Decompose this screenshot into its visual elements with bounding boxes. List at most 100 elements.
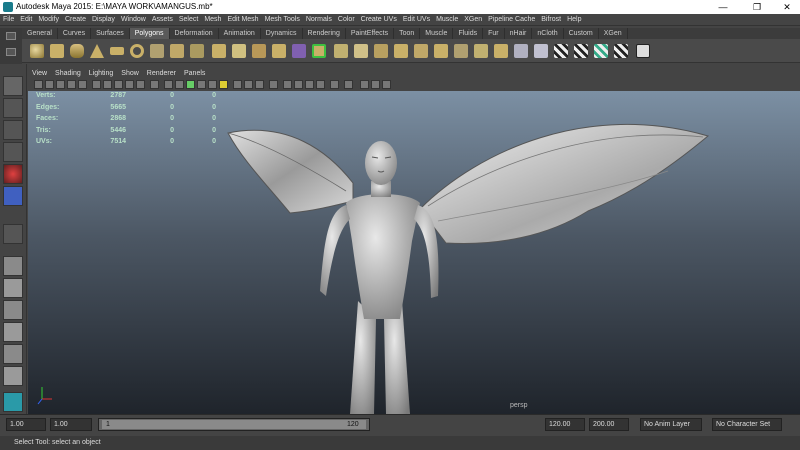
viewport-menu-show[interactable]: Show — [117, 68, 143, 79]
persp-hypershade-layout-icon[interactable] — [3, 344, 23, 364]
wireframe-on-shaded-icon[interactable] — [186, 80, 195, 89]
menu-assets[interactable]: Assets — [149, 14, 176, 26]
poly-torus-icon[interactable] — [130, 44, 144, 58]
move-tool-icon[interactable] — [3, 142, 23, 162]
close-button[interactable]: ✕ — [776, 0, 798, 14]
append-polygon-icon[interactable] — [354, 44, 368, 58]
poly-pyramid-icon[interactable] — [170, 44, 184, 58]
tab-xgen[interactable]: XGen — [599, 28, 628, 39]
menu-pipeline-cache[interactable]: Pipeline Cache — [485, 14, 538, 26]
poly-cube-icon[interactable] — [50, 44, 64, 58]
smooth-shade-icon[interactable] — [175, 80, 184, 89]
use-all-lights-icon[interactable] — [208, 80, 217, 89]
xray-active-icon[interactable] — [255, 80, 264, 89]
offset-edge-loop-icon[interactable] — [414, 44, 428, 58]
menu-muscle[interactable]: Muscle — [433, 14, 461, 26]
outliner-layout-icon[interactable] — [3, 392, 23, 412]
end-time-field[interactable]: 200.00 — [589, 418, 629, 431]
tab-animation[interactable]: Animation — [219, 28, 261, 39]
anti-aliasing-icon[interactable] — [316, 80, 325, 89]
merge-icon[interactable] — [434, 44, 448, 58]
isolate-select-icon[interactable] — [269, 80, 278, 89]
poly-plane-icon[interactable] — [110, 47, 124, 55]
poly-cylinder-icon[interactable] — [70, 44, 84, 58]
camera-icon[interactable] — [344, 80, 353, 89]
menu-normals[interactable]: Normals — [303, 14, 335, 26]
lasso-tool-icon[interactable] — [3, 98, 23, 118]
ambient-occlusion-icon[interactable] — [294, 80, 303, 89]
cylindrical-mapping-icon[interactable] — [534, 44, 548, 58]
insert-edge-loop-icon[interactable] — [394, 44, 408, 58]
panel-layout-icon[interactable] — [360, 80, 369, 89]
character-set-dropdown[interactable]: No Character Set — [712, 418, 782, 431]
tab-dynamics[interactable]: Dynamics — [261, 28, 303, 39]
tab-nhair[interactable]: nHair — [505, 28, 533, 39]
boolean-icon[interactable] — [292, 44, 306, 58]
viewport-menu-view[interactable]: View — [28, 68, 51, 79]
tab-fluids[interactable]: Fluids — [453, 28, 484, 39]
menu-window[interactable]: Window — [118, 14, 149, 26]
ui-elements-icon[interactable] — [371, 80, 380, 89]
menu-bifrost[interactable]: Bifrost — [538, 14, 564, 26]
bookmarks-icon[interactable] — [56, 80, 65, 89]
bridge-icon[interactable] — [334, 44, 348, 58]
menu-color[interactable]: Color — [335, 14, 358, 26]
depth-of-field-icon[interactable] — [330, 80, 339, 89]
resolution-gate-icon[interactable] — [103, 80, 112, 89]
menu-select[interactable]: Select — [176, 14, 201, 26]
extract-icon[interactable] — [252, 44, 266, 58]
planar-mapping-icon[interactable] — [514, 44, 528, 58]
menu-mesh[interactable]: Mesh — [201, 14, 224, 26]
menu-modify[interactable]: Modify — [35, 14, 62, 26]
playback-start-field[interactable]: 1.00 — [50, 418, 92, 431]
target-weld-icon[interactable] — [474, 44, 488, 58]
paint-select-tool-icon[interactable] — [3, 120, 23, 140]
viewport-menu-shading[interactable]: Shading — [51, 68, 85, 79]
smooth-icon[interactable] — [272, 44, 286, 58]
bevel-icon[interactable] — [454, 44, 468, 58]
tab-muscle[interactable]: Muscle — [420, 28, 454, 39]
persp-graph-layout-icon[interactable] — [3, 322, 23, 342]
uv-editor-icon[interactable] — [636, 44, 650, 58]
uv-checker-icon[interactable] — [554, 44, 568, 58]
menu-create[interactable]: Create — [62, 14, 89, 26]
tab-deformation[interactable]: Deformation — [170, 28, 219, 39]
motion-blur-icon[interactable] — [305, 80, 314, 89]
viewport-menu-lighting[interactable]: Lighting — [85, 68, 118, 79]
safe-title-icon[interactable] — [150, 80, 159, 89]
four-view-layout-icon[interactable] — [3, 278, 23, 298]
camera-attributes-icon[interactable] — [45, 80, 54, 89]
tab-rendering[interactable]: Rendering — [303, 28, 346, 39]
viewport-menu-panels[interactable]: Panels — [180, 68, 209, 79]
extrude-icon[interactable] — [312, 44, 326, 58]
rotate-tool-icon[interactable] — [3, 164, 23, 184]
shelf-tab-menu-icon[interactable] — [6, 32, 16, 40]
shelf-editor-icon[interactable] — [6, 48, 16, 56]
tab-custom[interactable]: Custom — [564, 28, 599, 39]
film-gate-icon[interactable] — [92, 80, 101, 89]
textured-icon[interactable] — [197, 80, 206, 89]
menu-edit-uvs[interactable]: Edit UVs — [400, 14, 433, 26]
menu-edit-mesh[interactable]: Edit Mesh — [224, 14, 261, 26]
combine-icon[interactable] — [212, 44, 226, 58]
unfold-uv-icon[interactable] — [594, 44, 608, 58]
automatic-mapping-icon[interactable] — [574, 44, 588, 58]
tab-painteffects[interactable]: PaintEffects — [346, 28, 395, 39]
xray-joints-icon[interactable] — [244, 80, 253, 89]
select-tool-icon[interactable] — [3, 76, 23, 96]
menu-help[interactable]: Help — [564, 14, 584, 26]
scale-tool-icon[interactable] — [3, 186, 23, 206]
hud-icon[interactable] — [382, 80, 391, 89]
viewport-menu-renderer[interactable]: Renderer — [143, 68, 180, 79]
field-chart-icon[interactable] — [125, 80, 134, 89]
gate-mask-icon[interactable] — [114, 80, 123, 89]
poly-cone-icon[interactable] — [90, 44, 104, 58]
persp-outliner-layout-icon[interactable] — [3, 300, 23, 320]
playback-end-field[interactable]: 120.00 — [545, 418, 585, 431]
collapse-icon[interactable] — [494, 44, 508, 58]
range-slider-handle[interactable] — [102, 420, 366, 429]
tab-fur[interactable]: Fur — [483, 28, 505, 39]
menu-edit[interactable]: Edit — [17, 14, 35, 26]
tab-general[interactable]: General — [22, 28, 58, 39]
anim-layer-dropdown[interactable]: No Anim Layer — [640, 418, 702, 431]
